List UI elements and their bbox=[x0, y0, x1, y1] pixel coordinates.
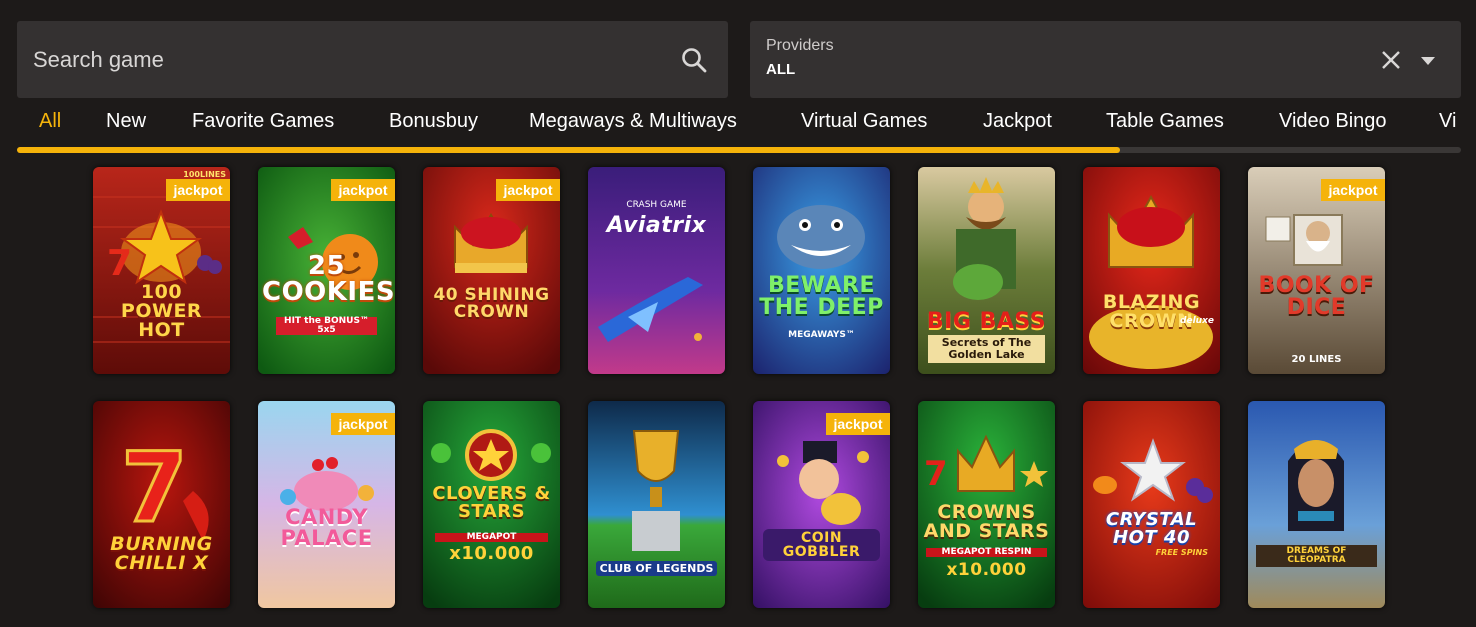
game-thumbnail bbox=[1083, 167, 1220, 374]
game-card-book-of-dice[interactable]: BOOK OF DICE 20 LINES jackpot bbox=[1248, 167, 1385, 374]
game-card-beware-the-deep[interactable]: BEWARE THE DEEP MEGAWAYS™ bbox=[753, 167, 890, 374]
game-title: CLUB OF LEGENDS bbox=[596, 561, 717, 576]
game-card-clovers-and-stars[interactable]: CLOVERS & STARS MEGAPOT x10.000 bbox=[423, 401, 560, 608]
svg-text:7: 7 bbox=[924, 454, 948, 494]
close-icon[interactable] bbox=[1380, 49, 1402, 71]
category-tabs: All New Favorite Games Bonusbuy Megaways… bbox=[17, 100, 1461, 146]
game-thumbnail bbox=[1248, 401, 1385, 608]
game-thumbnail bbox=[588, 401, 725, 608]
game-card-club-of-legends[interactable]: CLUB OF LEGENDS bbox=[588, 401, 725, 608]
tab-bonusbuy[interactable]: Bonusbuy bbox=[389, 110, 478, 133]
game-subtitle: MEGAPOT bbox=[435, 533, 548, 542]
providers-label: Providers bbox=[766, 37, 834, 54]
svg-text:7: 7 bbox=[107, 243, 132, 284]
game-subtitle: 100LINES bbox=[183, 170, 226, 179]
game-title: Aviatrix bbox=[606, 213, 707, 238]
game-subtitle: HIT the BONUS™ 5x5 bbox=[276, 317, 377, 335]
game-title: CLOVERS & STARS bbox=[432, 483, 551, 522]
game-card-25-cookies[interactable]: 25 COOKIES HIT the BONUS™ 5x5 jackpot bbox=[258, 167, 395, 374]
search-icon[interactable] bbox=[680, 46, 708, 74]
tabs-scrollbar[interactable] bbox=[17, 147, 1461, 153]
tab-favorite-games[interactable]: Favorite Games bbox=[192, 110, 334, 133]
jackpot-badge: jackpot bbox=[331, 179, 395, 201]
tab-video-bingo[interactable]: Video Bingo bbox=[1279, 110, 1387, 133]
search-box[interactable] bbox=[17, 21, 728, 98]
game-subtitle: Secrets of The Golden Lake bbox=[928, 335, 1045, 364]
tabs-scroll-thumb[interactable] bbox=[17, 147, 1120, 153]
tab-table-games[interactable]: Table Games bbox=[1106, 110, 1224, 133]
providers-value: ALL bbox=[766, 61, 796, 78]
jackpot-badge: jackpot bbox=[496, 179, 560, 201]
svg-text:7: 7 bbox=[121, 432, 188, 544]
game-card-burning-chilli-x[interactable]: 7 BURNING CHILLI X bbox=[93, 401, 230, 608]
game-amount: x10.000 bbox=[449, 543, 534, 564]
game-title: COIN GOBBLER bbox=[763, 529, 880, 561]
game-card-coin-gobbler[interactable]: COIN GOBBLER jackpot bbox=[753, 401, 890, 608]
tab-virtual-games[interactable]: Virtual Games bbox=[801, 110, 927, 133]
game-card-aviatrix[interactable]: CRASH GAME Aviatrix bbox=[588, 167, 725, 374]
game-card-candy-palace[interactable]: CANDY PALACE jackpot bbox=[258, 401, 395, 608]
tab-megaways-multiways[interactable]: Megaways & Multiways bbox=[529, 110, 737, 133]
game-card-crowns-and-stars[interactable]: 7 CROWNS AND STARS MEGAPOT RESPIN x10.00… bbox=[918, 401, 1055, 608]
jackpot-badge: jackpot bbox=[166, 179, 230, 201]
game-card-dreams-of-cleopatra[interactable]: DREAMS OF CLEOPATRA bbox=[1248, 401, 1385, 608]
tab-partial[interactable]: Vi bbox=[1439, 110, 1456, 133]
game-subtitle: FREE SPINS bbox=[1155, 548, 1208, 557]
search-input[interactable] bbox=[33, 21, 653, 98]
game-title: 40 SHINING CROWN bbox=[433, 285, 550, 322]
game-card-blazing-crown[interactable]: BLAZING CROWN deluxe bbox=[1083, 167, 1220, 374]
jackpot-badge: jackpot bbox=[826, 413, 890, 435]
game-subtitle: MEGAWAYS™ bbox=[788, 330, 855, 340]
game-subtitle: deluxe bbox=[1180, 316, 1214, 326]
game-title: BURNING CHILLI X bbox=[110, 533, 213, 574]
game-subtitle: CRASH GAME bbox=[626, 200, 687, 210]
tab-new[interactable]: New bbox=[106, 110, 146, 133]
game-thumbnail bbox=[1083, 401, 1220, 608]
game-title: 25 COOKIES bbox=[262, 251, 395, 307]
game-card-40-shining-crown[interactable]: 40 SHINING CROWN jackpot bbox=[423, 167, 560, 374]
game-thumbnail bbox=[753, 167, 890, 374]
game-card-crystal-hot-40[interactable]: CRYSTAL HOT 40 FREE SPINS bbox=[1083, 401, 1220, 608]
tab-all[interactable]: All bbox=[39, 110, 61, 133]
game-title: CANDY PALACE bbox=[280, 505, 373, 550]
game-title: BEWARE THE DEEP bbox=[759, 273, 884, 320]
game-thumbnail bbox=[588, 167, 725, 374]
game-title: BIG BASS bbox=[926, 309, 1047, 334]
game-card-big-bass[interactable]: BIG BASS Secrets of The Golden Lake bbox=[918, 167, 1055, 374]
game-card-100-power-hot[interactable]: 7 100 POWER HOT 100LINES jackpot bbox=[93, 167, 230, 374]
game-amount: x10.000 bbox=[946, 560, 1027, 580]
tab-jackpot[interactable]: Jackpot bbox=[983, 110, 1052, 133]
chevron-down-icon[interactable] bbox=[1420, 56, 1436, 66]
game-subtitle: 20 LINES bbox=[1291, 354, 1342, 365]
game-title: BOOK OF DICE bbox=[1258, 273, 1375, 320]
game-subtitle: MEGAPOT RESPIN bbox=[926, 548, 1047, 557]
game-title: 100 POWER HOT bbox=[120, 281, 203, 341]
providers-select[interactable]: Providers ALL bbox=[750, 21, 1461, 98]
jackpot-badge: jackpot bbox=[1321, 179, 1385, 201]
game-thumbnail: 7 bbox=[93, 401, 230, 608]
game-title: DREAMS OF CLEOPATRA bbox=[1256, 545, 1377, 567]
jackpot-badge: jackpot bbox=[331, 413, 395, 435]
game-title: CROWNS AND STARS bbox=[923, 501, 1050, 542]
game-title: CRYSTAL HOT 40 bbox=[1105, 509, 1198, 548]
